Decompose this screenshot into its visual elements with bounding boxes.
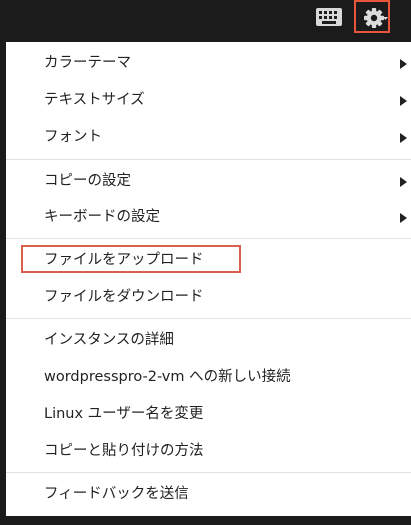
upload-highlight-box — [21, 245, 241, 273]
menu-item-change-linux-username[interactable]: Linux ユーザー名を変更 — [6, 399, 411, 429]
submenu-arrow-icon — [400, 177, 407, 187]
keyboard-icon — [316, 8, 342, 26]
menu-item-label: コピーと貼り付けの方法 — [44, 443, 204, 459]
gear-icon — [364, 8, 388, 28]
menu-item-label: フォント — [44, 129, 102, 145]
menu-divider — [6, 159, 411, 160]
submenu-arrow-icon — [400, 133, 407, 143]
menu-item-label: テキストサイズ — [44, 92, 145, 108]
menu-divider — [6, 318, 411, 319]
submenu-arrow-icon — [400, 213, 407, 223]
menu-item-text-size[interactable]: テキストサイズ — [6, 85, 411, 115]
settings-menu: カラーテーマ テキストサイズ フォント コピーの設定 キーボードの設定 ファイル… — [6, 42, 411, 516]
menu-item-label: フィードバックを送信 — [44, 486, 189, 502]
menu-item-label: インスタンスの詳細 — [44, 332, 174, 348]
menu-divider — [6, 472, 411, 473]
bottom-bar — [0, 516, 411, 525]
menu-item-new-connection[interactable]: wordpresspro-2-vm への新しい接続 — [6, 362, 411, 392]
menu-item-label: ファイルをダウンロード — [44, 289, 204, 305]
menu-item-label: カラーテーマ — [44, 55, 131, 71]
settings-button[interactable] — [354, 0, 390, 33]
menu-item-download-file[interactable]: ファイルをダウンロード — [6, 282, 411, 312]
menu-divider — [6, 238, 411, 239]
menu-item-label: Linux ユーザー名を変更 — [44, 406, 204, 422]
menu-item-copy-paste-help[interactable]: コピーと貼り付けの方法 — [6, 436, 411, 466]
menu-item-label: wordpresspro-2-vm への新しい接続 — [44, 369, 291, 385]
keyboard-button[interactable] — [315, 6, 345, 28]
menu-item-copy-settings[interactable]: コピーの設定 — [6, 166, 411, 196]
menu-item-keyboard-settings[interactable]: キーボードの設定 — [6, 202, 411, 232]
menu-item-label: キーボードの設定 — [44, 209, 160, 225]
menu-item-send-feedback[interactable]: フィードバックを送信 — [6, 479, 411, 509]
top-bar — [0, 0, 411, 38]
menu-item-font[interactable]: フォント — [6, 122, 411, 152]
menu-item-label: コピーの設定 — [44, 173, 131, 189]
menu-item-instance-details[interactable]: インスタンスの詳細 — [6, 325, 411, 355]
submenu-arrow-icon — [400, 96, 407, 106]
submenu-arrow-icon — [400, 59, 407, 69]
menu-item-color-theme[interactable]: カラーテーマ — [6, 48, 411, 78]
